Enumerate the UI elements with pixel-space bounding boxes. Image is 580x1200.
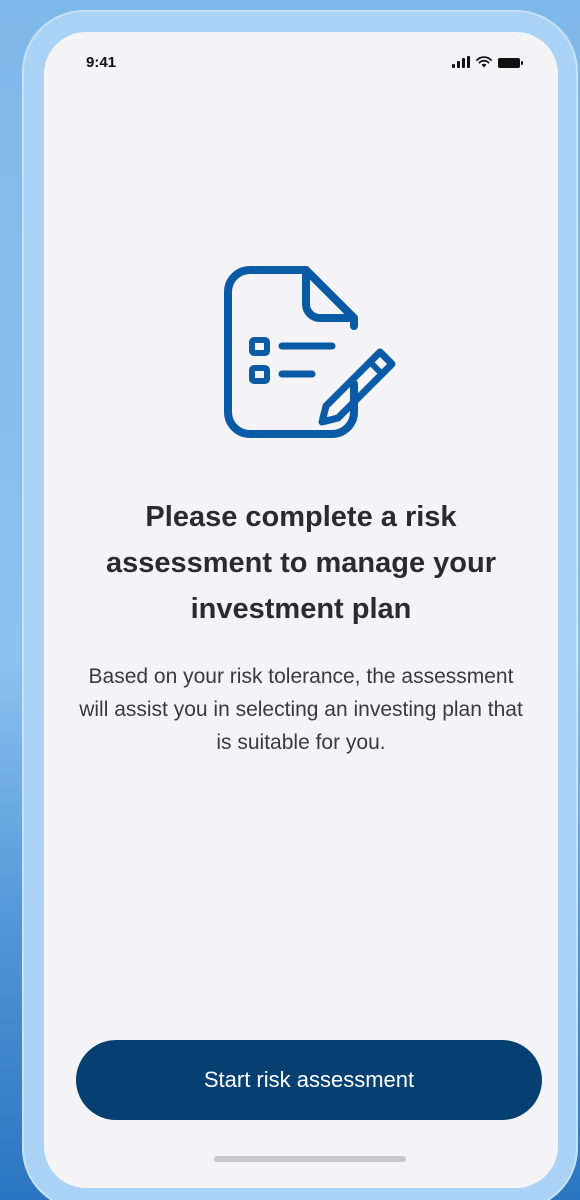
status-time: 9:41 [86,54,117,71]
battery-icon [498,58,523,68]
status-bar: 9:41 [44,32,558,92]
wifi-icon [476,56,492,68]
cellular-signal-icon [452,56,470,68]
app-screen: 9:41 Please complete a risk assessment t… [44,32,558,1188]
status-icons [452,56,523,68]
page-title: Please complete a risk assessment to man… [105,501,497,625]
page-description: Based on your risk tolerance, the assess… [79,665,523,754]
home-indicator[interactable] [214,1156,406,1162]
start-risk-assessment-button[interactable]: Start risk assessment [76,1040,542,1120]
checklist-document-edit-icon [224,266,396,438]
